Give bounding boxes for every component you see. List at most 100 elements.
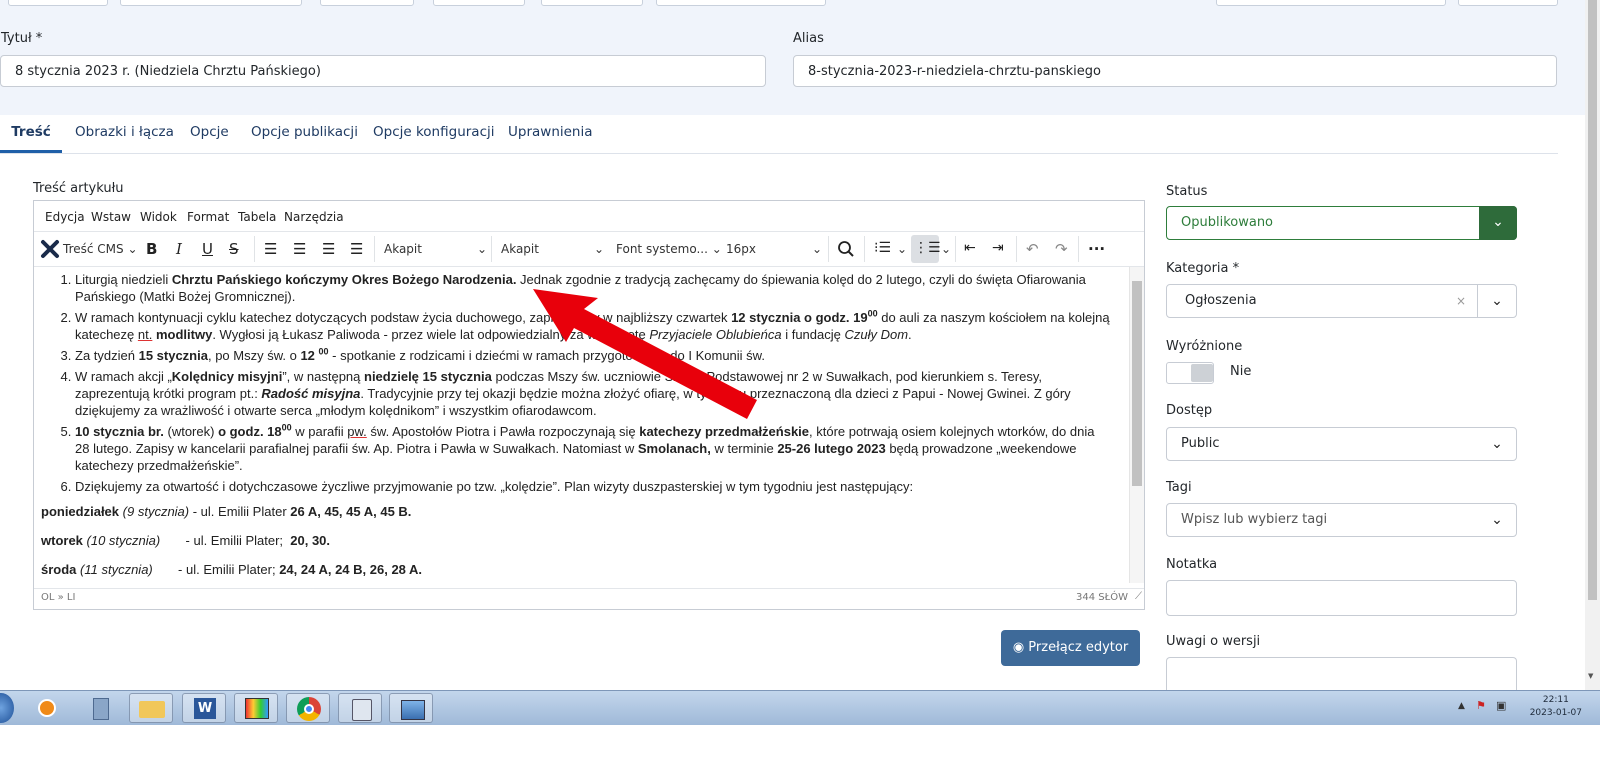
status-select[interactable]: Opublikowano ⌄ — [1166, 206, 1517, 240]
tab-obrazki[interactable]: Obrazki i łącza — [75, 115, 174, 153]
block-format-select[interactable]: Akapit — [384, 242, 422, 256]
chevron-down-icon[interactable]: ⌄ — [477, 242, 487, 256]
list-item: Liturgią niedzieli Chrztu Pańskiego końc… — [75, 271, 1122, 305]
strikethrough-icon[interactable]: S — [229, 240, 239, 258]
more-icon[interactable]: ··· — [1088, 240, 1105, 258]
chrome-icon[interactable] — [286, 693, 330, 723]
tray-expand-icon[interactable]: ▲ — [1458, 701, 1465, 711]
calculator-icon[interactable] — [78, 693, 122, 723]
chevron-down-icon: ⌄ — [1491, 512, 1503, 528]
bold-icon[interactable]: B — [146, 240, 157, 258]
chevron-down-icon[interactable]: ⌄ — [941, 242, 951, 256]
version-note-input[interactable] — [1166, 657, 1517, 691]
category-select[interactable]: Ogłoszenia × ⌄ — [1166, 284, 1517, 318]
toolbar-button[interactable] — [1216, 0, 1446, 6]
featured-value: Nie — [1230, 364, 1252, 379]
align-right-icon[interactable]: ☰ — [322, 240, 335, 258]
chevron-down-icon[interactable]: ⌄ — [897, 242, 907, 256]
action-center-icon[interactable]: ⚑ — [1476, 699, 1486, 712]
align-center-icon[interactable]: ☰ — [293, 240, 306, 258]
note-input[interactable] — [1166, 580, 1517, 616]
toolbar-button[interactable] — [320, 0, 414, 6]
resize-handle-icon[interactable]: ⟋ — [1135, 591, 1142, 602]
menu-format[interactable]: Format — [187, 210, 229, 224]
tags-select[interactable]: Wpisz lub wybierz tagi ⌄ — [1166, 503, 1517, 537]
start-button-icon[interactable] — [0, 693, 14, 723]
toolbar-button[interactable] — [1458, 0, 1558, 6]
category-label: Kategoria * — [1166, 261, 1240, 276]
system-clock[interactable]: 22:11 2023-01-07 — [1530, 694, 1582, 720]
list-item: W ramach akcji „Kolędnicy misyjni”, w na… — [75, 368, 1122, 419]
tab-bar: Treść Obrazki i łącza Opcje Opcje publik… — [0, 115, 1558, 154]
featured-label: Wyróżnione — [1166, 339, 1243, 354]
visit-plan-line: środa (11 stycznia) - ul. Emilii Plater;… — [41, 562, 423, 577]
title-label: Tytuł * — [1, 31, 43, 46]
version-note-label: Uwagi o wersji — [1166, 634, 1261, 649]
menu-widok[interactable]: Widok — [140, 210, 177, 224]
windows-taskbar: W ▲ ⚑ ▣ 22:11 2023-01-07 — [0, 690, 1600, 725]
menu-edycja[interactable]: Edycja — [45, 210, 85, 224]
list-item: W ramach kontynuacji cyklu katechez doty… — [75, 309, 1122, 343]
image-viewer-icon[interactable] — [389, 693, 433, 723]
chevron-down-icon: ⌄ — [1479, 206, 1517, 240]
toggle-knob — [1191, 364, 1213, 382]
tab-opcje[interactable]: Opcje — [190, 115, 229, 153]
search-icon[interactable] — [837, 240, 855, 258]
toolbar-button[interactable] — [8, 0, 108, 6]
clear-icon[interactable]: × — [1456, 285, 1466, 317]
editor-scroll-thumb[interactable] — [1132, 281, 1142, 486]
menu-narzedzia[interactable]: Narzędzia — [284, 210, 344, 224]
editor-menubar: Edycja Wstaw Widok Format Tabela Narzędz… — [34, 201, 1144, 232]
photo-app-icon[interactable] — [234, 693, 278, 723]
tab-opcje-publikacji[interactable]: Opcje publikacji — [251, 115, 358, 153]
cms-content-dropdown[interactable]: Treść CMS ⌄ — [63, 242, 138, 256]
chevron-down-icon[interactable]: ⌄ — [812, 242, 822, 256]
bullet-list-icon[interactable]: ⁝☰ — [874, 240, 891, 256]
outdent-icon[interactable]: ⇤ — [964, 240, 976, 256]
indent-icon[interactable]: ⇥ — [992, 240, 1004, 256]
toolbar-button[interactable] — [656, 0, 826, 6]
article-editor: Edycja Wstaw Widok Format Tabela Narzędz… — [33, 200, 1145, 610]
menu-wstaw[interactable]: Wstaw — [91, 210, 131, 224]
title-input[interactable]: 8 stycznia 2023 r. (Niedziela Chrztu Pań… — [0, 55, 766, 87]
toolbar-button[interactable] — [433, 0, 525, 6]
toolbar-button[interactable] — [541, 0, 643, 6]
numbered-list-icon[interactable]: ⋮☰ — [914, 240, 941, 256]
justify-icon[interactable]: ☰ — [350, 240, 363, 258]
redo-icon[interactable]: ↷ — [1055, 240, 1068, 258]
chevron-down-icon: ⌄ — [1491, 436, 1503, 452]
word-icon[interactable]: W — [182, 693, 226, 723]
featured-toggle[interactable] — [1166, 362, 1214, 384]
font-size-select[interactable]: 16px — [726, 242, 756, 256]
visit-plan-line: wtorek (10 stycznia) - ul. Emilii Plater… — [41, 533, 331, 548]
network-icon[interactable]: ▣ — [1496, 699, 1506, 712]
font-family-select[interactable]: Font systemo... ⌄ — [616, 242, 722, 256]
scroll-down-icon[interactable]: ▼ — [1588, 672, 1593, 680]
list-item: Dziękujemy za otwartość i dotychczasowe … — [75, 478, 1122, 495]
toggle-editor-button[interactable]: ◉ Przełącz edytor — [1001, 630, 1140, 666]
alias-input[interactable]: 8-stycznia-2023-r-niedziela-chrztu-pansk… — [793, 55, 1557, 87]
editor-scrollbar[interactable] — [1129, 267, 1144, 583]
media-player-icon[interactable] — [26, 693, 70, 723]
format-select[interactable]: Akapit — [501, 242, 539, 256]
toolbar-button[interactable] — [120, 0, 302, 6]
italic-icon[interactable]: I — [176, 240, 182, 258]
page-scrollbar[interactable]: ▼ — [1585, 0, 1600, 690]
tab-uprawnienia[interactable]: Uprawnienia — [508, 115, 593, 153]
underline-icon[interactable]: U — [202, 240, 213, 258]
chevron-down-icon[interactable]: ⌄ — [594, 242, 604, 256]
element-path[interactable]: OL » LI — [41, 592, 75, 603]
undo-icon[interactable]: ↶ — [1026, 240, 1039, 258]
access-select[interactable]: Public ⌄ — [1166, 427, 1517, 461]
align-left-icon[interactable]: ☰ — [264, 240, 277, 258]
page-scroll-thumb[interactable] — [1588, 0, 1597, 600]
note-label: Notatka — [1166, 557, 1218, 572]
tab-opcje-konfiguracji[interactable]: Opcje konfiguracji — [373, 115, 495, 153]
security-app-icon[interactable] — [338, 693, 382, 723]
editor-content[interactable]: Liturgią niedzieli Chrztu Pańskiego końc… — [34, 267, 1122, 582]
menu-tabela[interactable]: Tabela — [238, 210, 276, 224]
word-count[interactable]: 344 SŁÓW — [1076, 592, 1128, 603]
visit-plan-line: poniedziałek (9 stycznia) - ul. Emilii P… — [41, 504, 412, 519]
file-explorer-icon[interactable] — [129, 693, 173, 723]
tab-tresc[interactable]: Treść — [0, 115, 62, 153]
